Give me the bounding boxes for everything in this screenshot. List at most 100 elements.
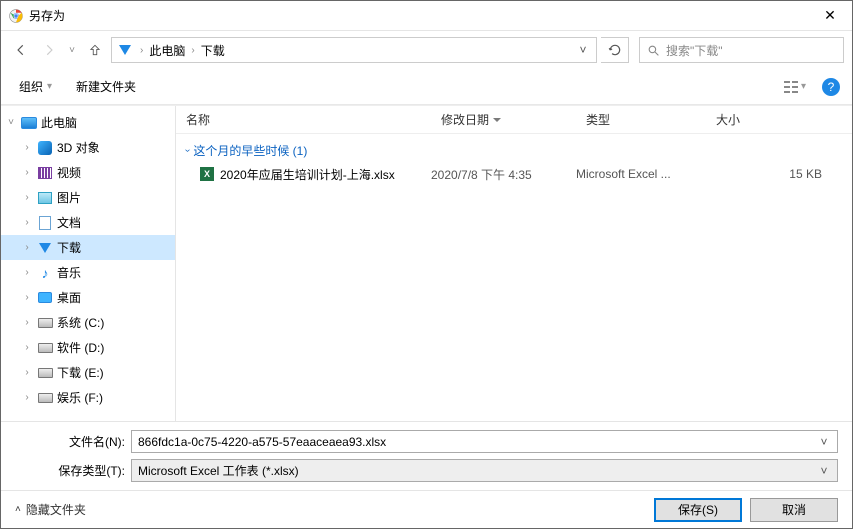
filetype-value: Microsoft Excel 工作表 (*.xlsx) <box>138 462 817 479</box>
column-name[interactable]: 名称 <box>176 111 431 128</box>
drive-icon <box>36 339 54 357</box>
excel-icon: X <box>200 167 214 181</box>
drive-icon <box>36 389 54 407</box>
toolbar: 组织 ▾ 新建文件夹 ▾ ? <box>1 69 852 105</box>
file-area[interactable]: › 这个月的早些时候 (1) X 2020年应届生培训计划-上海.xlsx 2020… <box>176 134 852 421</box>
window-title: 另存为 <box>29 7 816 24</box>
tree-caret-icon[interactable]: › <box>21 142 33 153</box>
address-bar[interactable]: › 此电脑 › 下载 ˅ <box>111 37 597 63</box>
titlebar: 另存为 ✕ <box>1 1 852 31</box>
search-input[interactable]: 搜索"下载" <box>639 37 844 63</box>
filename-field[interactable]: ˅ <box>131 430 838 453</box>
hide-folders-toggle[interactable]: ˄ 隐藏文件夹 <box>15 501 86 518</box>
cancel-button[interactable]: 取消 <box>750 498 838 522</box>
refresh-button[interactable] <box>601 37 629 63</box>
download-icon <box>116 41 134 59</box>
tree-caret-icon[interactable]: › <box>21 317 33 328</box>
nav-tree[interactable]: ˅此电脑›3D 对象›视频›图片›文档›下载›♪音乐›桌面›系统 (C:)›软件… <box>1 106 176 421</box>
tree-item-label: 娱乐 (F:) <box>57 389 103 406</box>
up-button[interactable] <box>83 38 107 62</box>
back-button[interactable] <box>9 38 33 62</box>
tree-item[interactable]: › 系统 (C:) <box>1 310 175 335</box>
view-grid-icon <box>784 81 798 93</box>
breadcrumb-segment[interactable]: 下载 <box>201 42 225 59</box>
tree-caret-icon[interactable]: › <box>21 242 33 253</box>
chevron-down-icon: › <box>182 148 193 151</box>
filetype-field[interactable]: Microsoft Excel 工作表 (*.xlsx) ˅ <box>131 459 838 482</box>
breadcrumb-segment[interactable]: 此电脑 <box>149 42 185 59</box>
pc-icon <box>20 114 38 132</box>
chevron-right-icon: › <box>191 45 194 56</box>
tree-caret-icon[interactable]: › <box>21 167 33 178</box>
save-button[interactable]: 保存(S) <box>654 498 742 522</box>
tree-item[interactable]: › 下载 <box>1 235 175 260</box>
tree-item[interactable]: ›♪音乐 <box>1 260 175 285</box>
tree-caret-icon[interactable]: › <box>21 392 33 403</box>
chevron-down-icon[interactable]: ˅ <box>817 464 831 478</box>
tree-item[interactable]: ˅此电脑 <box>1 110 175 135</box>
tree-caret-icon[interactable]: › <box>21 267 33 278</box>
sort-desc-icon <box>493 118 501 122</box>
tree-item[interactable]: › 娱乐 (F:) <box>1 385 175 410</box>
filename-input[interactable] <box>138 435 817 449</box>
column-header-row: 名称 修改日期 类型 大小 <box>176 106 852 134</box>
desk-icon <box>36 289 54 307</box>
filename-label: 文件名(N): <box>9 433 125 450</box>
chevron-right-icon: › <box>140 45 143 56</box>
doc-icon <box>36 214 54 232</box>
column-size[interactable]: 大小 <box>706 111 852 128</box>
tree-caret-icon[interactable]: › <box>21 342 33 353</box>
group-header[interactable]: › 这个月的早些时候 (1) <box>176 138 852 162</box>
tree-item-label: 图片 <box>57 189 81 206</box>
file-date: 2020/7/8 下午 4:35 <box>431 166 576 183</box>
tree-item[interactable]: › 图片 <box>1 185 175 210</box>
organize-button[interactable]: 组织 ▾ <box>13 75 58 98</box>
search-icon <box>646 43 660 57</box>
forward-button <box>37 38 61 62</box>
tree-item[interactable]: ›桌面 <box>1 285 175 310</box>
tree-caret-icon[interactable]: › <box>21 292 33 303</box>
pic-icon <box>36 189 54 207</box>
tree-item-label: 下载 (E:) <box>57 364 104 381</box>
tree-item-label: 系统 (C:) <box>57 314 104 331</box>
chevron-down-icon[interactable]: ˅ <box>817 435 831 449</box>
close-icon[interactable]: ✕ <box>816 7 844 24</box>
recent-locations-dropdown[interactable]: ˅ <box>65 38 79 62</box>
file-name: 2020年应届生培训计划-上海.xlsx <box>220 166 395 183</box>
tree-item[interactable]: › 软件 (D:) <box>1 335 175 360</box>
tree-item[interactable]: › 3D 对象 <box>1 135 175 160</box>
column-date[interactable]: 修改日期 <box>431 111 576 128</box>
drive-icon <box>36 364 54 382</box>
music-icon: ♪ <box>36 264 54 282</box>
save-as-dialog: 另存为 ✕ ˅ › 此电脑 › 下载 ˅ 搜索"下载 <box>0 0 853 529</box>
file-size: 15 KB <box>706 167 852 181</box>
tree-item[interactable]: › 下载 (E:) <box>1 360 175 385</box>
tree-caret-icon[interactable]: › <box>21 367 33 378</box>
chevron-down-icon: ▾ <box>801 81 806 92</box>
tree-caret-icon[interactable]: › <box>21 217 33 228</box>
filetype-label: 保存类型(T): <box>9 462 125 479</box>
new-folder-button[interactable]: 新建文件夹 <box>70 75 142 98</box>
tree-item[interactable]: › 文档 <box>1 210 175 235</box>
tree-caret-icon[interactable]: › <box>21 192 33 203</box>
tree-caret-icon[interactable]: ˅ <box>5 117 17 128</box>
3d-icon <box>36 139 54 157</box>
group-label: 这个月的早些时候 (1) <box>193 142 307 159</box>
view-mode-button[interactable]: ▾ <box>780 78 810 96</box>
help-button[interactable]: ? <box>822 78 840 96</box>
action-bar: ˄ 隐藏文件夹 保存(S) 取消 <box>1 490 852 528</box>
search-placeholder: 搜索"下载" <box>666 42 723 59</box>
column-type[interactable]: 类型 <box>576 111 706 128</box>
tree-item-label: 3D 对象 <box>57 139 100 156</box>
form-area: 文件名(N): ˅ 保存类型(T): Microsoft Excel 工作表 (… <box>1 421 852 490</box>
tree-item-label: 软件 (D:) <box>57 339 104 356</box>
file-row[interactable]: X 2020年应届生培训计划-上海.xlsx 2020/7/8 下午 4:35Mic… <box>176 162 852 186</box>
file-type: Microsoft Excel ... <box>576 167 706 181</box>
address-dropdown[interactable]: ˅ <box>574 43 592 57</box>
body: ˅此电脑›3D 对象›视频›图片›文档›下载›♪音乐›桌面›系统 (C:)›软件… <box>1 105 852 421</box>
tree-item-label: 文档 <box>57 214 81 231</box>
chevron-up-icon: ˄ <box>15 504 21 515</box>
tree-item[interactable]: ›视频 <box>1 160 175 185</box>
tree-item-label: 下载 <box>57 239 81 256</box>
video-icon <box>36 164 54 182</box>
